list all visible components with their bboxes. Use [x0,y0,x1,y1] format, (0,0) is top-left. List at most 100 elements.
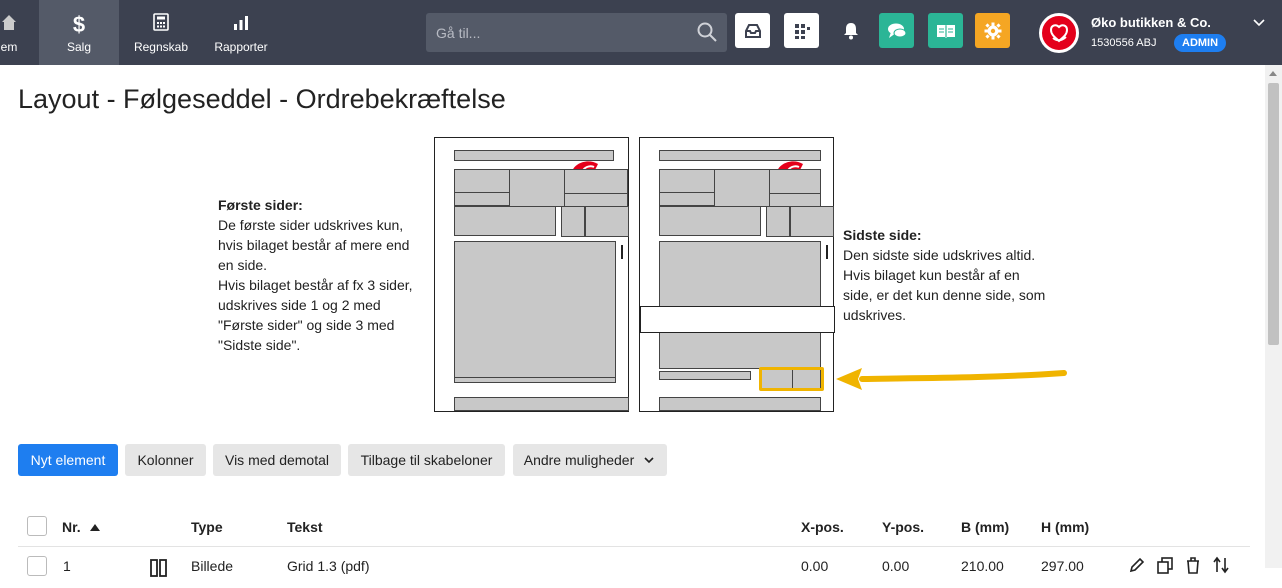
table-row[interactable]: 1 Billede Grid 1.3 (pdf) 0.00 0.00 210.0… [18,548,1250,588]
layout-box [454,192,510,206]
search-box [426,13,727,52]
layout-box [509,169,565,207]
table-header: Nr. Type Tekst X-pos. Y-pos. B (mm) H (m… [18,507,1250,547]
layout-box [659,371,751,380]
column-header-type[interactable]: Type [191,519,223,535]
scroll-up-icon[interactable] [1269,71,1277,76]
layout-box [564,193,628,207]
layout-box [454,206,556,236]
help-first-pages: Første sider: De første sider udskrives … [218,195,428,355]
more-options-label: Andre muligheder [523,452,635,468]
sort-ascending-icon [89,524,100,531]
layout-band [640,306,835,333]
layout-box [454,241,616,378]
layout-box [769,169,821,194]
help-last-body: Den sidste side udskrives altid. Hvis bi… [843,247,1046,323]
apps-grid-icon [794,23,810,39]
nav-item-label: Salg [66,40,92,54]
page-title: Layout - Følgeseddel - Ordrebekræftelse [18,84,506,114]
layout-box [790,206,834,237]
nav-item-salg[interactable]: $ Salg [39,0,119,65]
dollar-icon: $ [72,12,86,37]
cell-x: 0.00 [801,558,829,574]
row-checkbox[interactable] [27,556,47,576]
search-input[interactable] [426,13,686,52]
notifications-button[interactable] [833,13,868,48]
reorder-icon[interactable] [1212,556,1230,574]
copy-icon[interactable] [1156,556,1174,574]
book-icon [936,24,955,38]
calculator-icon [121,12,201,38]
chevron-down-icon [644,457,654,464]
show-demo-button[interactable]: Vis med demotal [213,444,341,476]
column-header-x[interactable]: X-pos. [801,519,844,535]
help-last-heading: Sidste side: [843,227,922,243]
company-switcher[interactable]: Øko butikken & Co. 1530556 ABJ ADMIN [1026,0,1282,65]
layout-box [564,169,628,194]
layout-box [454,377,616,383]
layout-box [769,193,821,207]
columns-icon [150,559,167,577]
settings-button[interactable] [975,13,1010,48]
cell-type: Billede [191,558,234,574]
inbox-button[interactable] [735,13,770,48]
cell-height: 297.00 [1041,558,1084,574]
nav-item-label: Regnskab [133,40,189,54]
column-header-height[interactable]: H (mm) [1041,519,1089,535]
company-number: 1530556 ABJ [1091,37,1157,49]
search-icon[interactable] [697,22,717,42]
trash-icon[interactable] [1184,556,1202,574]
layout-box [585,206,629,237]
arrow-left-icon [836,368,1067,390]
cell-width: 210.00 [961,558,1004,574]
select-all-checkbox[interactable] [27,516,47,536]
role-badge: ADMIN [1174,34,1227,52]
page-scrollbar[interactable] [1265,65,1282,568]
layout-box [659,206,761,236]
chat-button[interactable] [879,13,914,48]
back-to-templates-button[interactable]: Tilbage til skabeloner [348,444,505,476]
layout-divider [792,370,793,388]
columns-button[interactable]: Kolonner [125,444,206,476]
cell-nr: 1 [63,558,71,574]
apps-button[interactable] [784,13,819,48]
help-last-page: Sidste side: Den sidste side udskrives a… [843,225,1073,325]
column-header-nr-label: Nr. [62,519,81,535]
nav-item-partial[interactable]: em [0,0,18,65]
cell-text[interactable]: Grid 1.3 (pdf) [287,558,369,574]
inbox-icon [744,23,761,38]
gear-icon [984,22,1001,39]
layout-box [659,397,821,411]
column-header-width[interactable]: B (mm) [961,519,1009,535]
nav-item-label: Rapporter [214,40,268,54]
layout-preview-first-pages[interactable] [434,137,629,412]
layout-box [561,206,585,237]
column-header-y[interactable]: Y-pos. [882,519,924,535]
column-header-nr[interactable]: Nr. [62,519,101,535]
layout-box [659,241,821,369]
scrollbar-thumb[interactable] [1268,83,1279,345]
help-first-body: De første sider udskrives kun, hvis bila… [218,217,413,353]
layout-box [766,206,790,237]
edit-icon[interactable] [1128,556,1146,574]
more-options-button[interactable]: Andre muligheder [513,444,667,476]
layout-box [454,169,510,193]
layout-box [659,169,715,193]
company-name: Øko butikken & Co. [1091,15,1211,30]
layout-box [714,169,770,207]
bell-icon [843,22,858,39]
nav-item-rapporter[interactable]: Rapporter [201,0,281,65]
column-header-text[interactable]: Tekst [287,519,323,535]
layout-preview-last-page[interactable] [639,137,835,412]
guide-button[interactable] [928,13,963,48]
bar-chart-icon [201,12,281,38]
layout-marker [621,245,623,259]
new-element-button[interactable]: Nyt element [18,444,118,476]
layout-marker [826,245,828,259]
layout-box [659,192,715,206]
cell-y: 0.00 [882,558,910,574]
home-icon [0,12,18,38]
nav-item-regnskab[interactable]: Regnskab [121,0,201,65]
top-nav-bar: em $ Salg Regnskab Rapporter Gå til... Ø… [0,0,1282,65]
help-first-heading: Første sider: [218,197,303,213]
